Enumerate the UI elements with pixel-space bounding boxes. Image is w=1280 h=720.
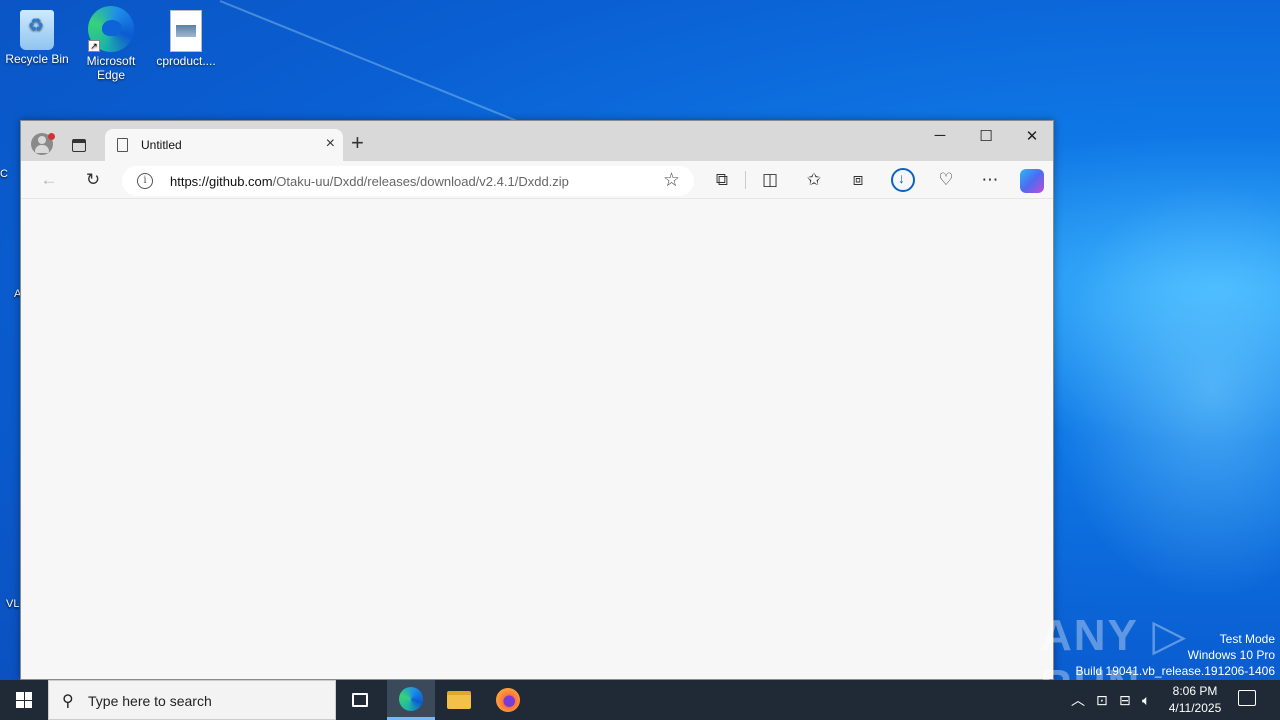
tab-untitled[interactable]: Untitled × [105,129,343,161]
minimize-button[interactable]: ─ [917,127,963,144]
more-menu-icon[interactable]: ⋯ [979,170,1001,192]
url-text: https://github.com/Otaku-uu/Dxdd/release… [170,174,569,189]
firefox-icon [496,688,520,712]
new-tab-button[interactable]: + [351,132,364,154]
back-button[interactable]: ← [38,170,60,192]
desktop-icon-label: cproduct.... [156,54,216,68]
desktop-icon-recycle-bin[interactable]: Recycle Bin [2,8,72,66]
test-mode-text: Test Mode [1219,632,1275,646]
notification-center-icon[interactable] [1238,690,1256,706]
network-icon[interactable]: ⊟ [1119,680,1131,720]
browser-toolbar: ← ↻ i https://github.com/Otaku-uu/Dxdd/r… [21,161,1053,199]
taskbar-clock[interactable]: 8:06 PM 4/11/2025 [1160,683,1230,717]
collections-icon[interactable]: ⧈ [847,170,869,192]
desktop-icon-label: Recycle Bin [5,52,69,66]
tab-title: Untitled [141,138,182,152]
recycle-bin-icon [20,10,54,50]
wallpaper-glow [1050,180,1280,600]
task-view-icon [352,693,368,707]
tab-actions-icon [72,138,86,152]
partial-desktop-label: C [0,168,8,180]
search-placeholder: Type here to search [88,693,212,709]
downloads-icon[interactable] [891,168,915,192]
tray-device-icon[interactable]: ⊡ [1096,680,1108,720]
edge-icon: ↗ [88,6,134,52]
taskbar-search[interactable]: ⚲ Type here to search [48,680,336,720]
copilot-icon[interactable] [1020,169,1044,193]
taskbar: ⚲ Type here to search ︿ ⊡ ⊟ 🔈︎ 8:06 PM 4… [0,680,1280,720]
address-bar[interactable]: i https://github.com/Otaku-uu/Dxdd/relea… [122,166,694,196]
title-bar: Untitled × + ─ ☐ ✕ [21,121,1053,161]
notification-dot [48,133,55,140]
extensions-icon[interactable]: ⧉ [711,170,733,192]
toolbar-divider [745,171,746,189]
favorites-icon[interactable]: ✩ [803,170,825,192]
split-screen-icon[interactable]: ◫ [759,170,781,192]
taskbar-firefox[interactable] [484,680,532,720]
site-info-icon[interactable]: i [137,173,153,189]
browser-window: Untitled × + ─ ☐ ✕ ← ↻ i https://github.… [20,120,1054,680]
tab-close-button[interactable]: × [326,135,335,153]
edge-icon [399,686,423,711]
folder-icon [447,691,471,709]
desktop-icon-label: Microsoft Edge [86,54,136,82]
page-icon [117,138,128,152]
task-view-button[interactable] [336,680,384,720]
maximize-button[interactable]: ☐ [963,127,1009,145]
close-button[interactable]: ✕ [1009,127,1055,145]
windows-logo-icon [16,692,32,708]
favorite-star-icon[interactable]: ☆ [663,169,680,192]
volume-icon[interactable]: 🔈︎ [1142,680,1150,720]
desktop-icon-cproduct[interactable]: cproduct.... [151,8,221,68]
build-text: Build 19041.vb_release.191206-1406 [1075,664,1276,678]
taskbar-file-explorer[interactable] [435,680,483,720]
taskbar-edge[interactable] [387,680,435,720]
image-file-icon [170,10,202,52]
tab-actions-button[interactable] [69,135,89,155]
test-mode-info: Test Mode Windows 10 Pro Build 19041.vb_… [1076,631,1276,679]
page-content [21,199,1053,679]
os-edition-text: Windows 10 Pro [1187,648,1275,662]
search-icon: ⚲ [62,693,74,710]
show-hidden-icons-button[interactable]: ︿ [1071,680,1085,720]
desktop-icon-microsoft-edge[interactable]: ↗ Microsoft Edge [76,6,146,82]
clock-time: 8:06 PM [1172,684,1218,698]
start-button[interactable] [0,680,48,720]
browser-essentials-icon[interactable]: ♡ [935,170,957,192]
refresh-button[interactable]: ↻ [82,170,104,192]
clock-date: 4/11/2025 [1168,701,1222,715]
